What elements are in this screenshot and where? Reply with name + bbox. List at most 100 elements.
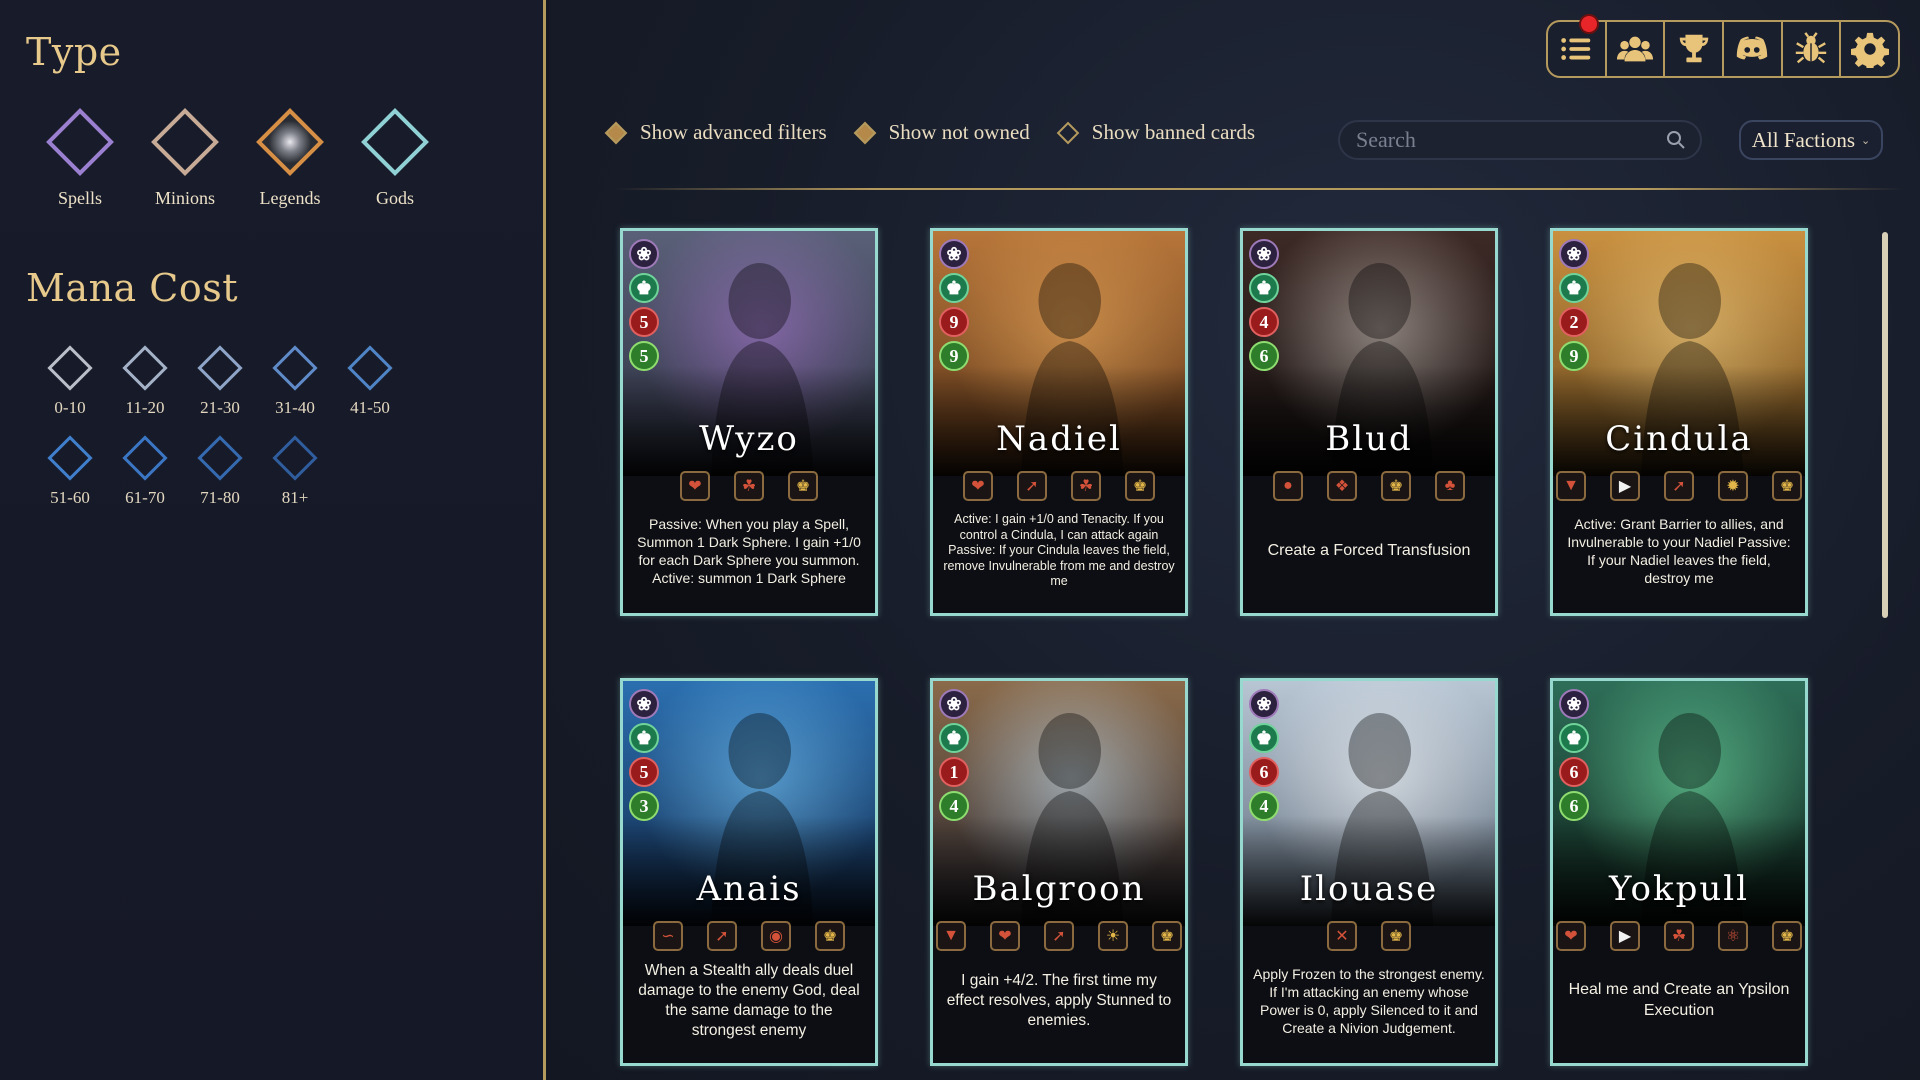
nav-players-button[interactable] [1607, 22, 1666, 76]
type-label: Minions [154, 188, 215, 208]
card-name: Ilouase [1299, 869, 1439, 909]
show-not-owned-toggle[interactable]: Show not owned [853, 120, 1030, 145]
card-health: 4 [1249, 791, 1279, 821]
grid-scrollbar[interactable] [1882, 232, 1888, 618]
faction-icon: ❀ [629, 239, 659, 269]
mana-filter-81-plus[interactable]: 81+ [250, 434, 340, 508]
card-stats: ❀ ♚ 6 4 [1247, 685, 1281, 875]
card-nadiel[interactable]: ❀ ♚ 9 9 Nadiel ❤ ➚ ☘ ♚ Active: I gain +1/0 … [930, 228, 1188, 616]
card-ilouase[interactable]: ❀ ♚ 6 4 Ilouase ✕ ♚ Apply Frozen to the s… [1240, 678, 1498, 1066]
nav-trophy-button[interactable] [1665, 22, 1725, 76]
card-cindula[interactable]: ❀ ♚ 2 9 Cindula ▼ ▶ ➚ ✹ ♚ Active: Grant Barr… [1550, 228, 1808, 616]
discord-icon [1737, 36, 1768, 60]
gear-icon [1850, 32, 1889, 68]
faction-icon: ❀ [939, 689, 969, 719]
card-description: When a Stealth ally deals duel damage to… [638, 961, 860, 1040]
card-description: Passive: When you play a Spell, Summon 1… [637, 515, 861, 587]
keyword-icon: ⚛ [1718, 921, 1748, 951]
show-banned-cards-toggle[interactable]: Show banned cards [1056, 120, 1256, 145]
mana-icon: ♚ [939, 723, 969, 753]
card-keywords: ∽ ➚ ◉ ♚ [623, 921, 875, 951]
keyword-icon: ✕ [1327, 921, 1357, 951]
card-attack: 1 [939, 757, 969, 787]
mana-icon: ♚ [1249, 723, 1279, 753]
mana-diamond-icon [122, 345, 168, 391]
card-description: Active: I gain +1/0 and Tenacity. If you… [943, 511, 1175, 589]
filter-label: Show banned cards [1091, 120, 1256, 144]
card-stats: ❀ ♚ 2 9 [1557, 235, 1591, 425]
keyword-icon: ▼ [1556, 471, 1586, 501]
nav-bug-report-button[interactable] [1783, 22, 1842, 76]
legends-diamond-icon [256, 108, 324, 176]
type-filter-gods[interactable]: Gods [340, 100, 450, 209]
card-keywords: ✕ ♚ [1243, 921, 1495, 951]
chevron-down-icon: ⌄ [1861, 134, 1871, 147]
card-attack: 9 [939, 307, 969, 337]
keyword-icon: ▶ [1610, 471, 1640, 501]
card-anais[interactable]: ❀ ♚ 5 3 Anais ∽ ➚ ◉ ♚ When a Stealth ally d… [620, 678, 878, 1066]
keyword-icon: ♚ [788, 471, 818, 501]
card-description: Heal me and Create an Ypsilon Execution [1568, 981, 1790, 1019]
faction-dropdown[interactable]: All Factions ⌄ [1739, 120, 1883, 160]
card-attack: 2 [1559, 307, 1589, 337]
type-label: Gods [375, 188, 414, 208]
card-health: 5 [629, 341, 659, 371]
card-description: Apply Frozen to the strongest enemy. If … [1253, 965, 1485, 1037]
search-icon [1667, 131, 1685, 149]
trophy-icon [1679, 34, 1708, 63]
keyword-icon: ♚ [1152, 921, 1182, 951]
card-attack: 5 [629, 757, 659, 787]
nav-collection-button[interactable] [1548, 14, 1607, 76]
list-icon [1561, 38, 1591, 60]
mana-diamond-icon [272, 435, 318, 481]
card-description: Active: Grant Barrier to allies, and Inv… [1567, 515, 1791, 587]
card-keywords: ● ❖ ♚ ♣ [1243, 471, 1495, 501]
card-stats: ❀ ♚ 5 5 [627, 235, 661, 425]
filter-label: Show advanced filters [640, 120, 827, 144]
card-health: 9 [1559, 341, 1589, 371]
keyword-icon: ▼ [936, 921, 966, 951]
card-stats: ❀ ♚ 9 9 [937, 235, 971, 425]
mana-diamond-icon [47, 345, 93, 391]
card-name: Balgroon [972, 869, 1146, 909]
nav-settings-button[interactable] [1841, 22, 1898, 76]
card-health: 6 [1559, 791, 1589, 821]
gods-diamond-icon [361, 108, 429, 176]
keyword-icon: ❤ [680, 471, 710, 501]
faction-icon: ❀ [1559, 689, 1589, 719]
card-name: Blud [1325, 419, 1413, 459]
keyword-icon: ☘ [734, 471, 764, 501]
type-filter-legends[interactable]: Legends [235, 100, 345, 209]
mana-filter-41-50[interactable]: 41-50 [325, 344, 415, 418]
card-attack: 6 [1559, 757, 1589, 787]
mana-diamond-icon [197, 345, 243, 391]
faction-icon: ❀ [1559, 239, 1589, 269]
type-filter-spells[interactable]: Spells [25, 100, 135, 209]
card-balgroon[interactable]: ❀ ♚ 1 4 Balgroon ▼ ❤ ➚ ☀ ♚ I gain +4/2. The … [930, 678, 1188, 1066]
card-wyzo[interactable]: ❀ ♚ 5 5 Wyzo ❤ ☘ ♚ Passive: When you play … [620, 228, 878, 616]
mana-icon: ♚ [939, 273, 969, 303]
card-stats: ❀ ♚ 4 6 [1247, 235, 1281, 425]
card-keywords: ❤ ▶ ☘ ⚛ ♚ [1553, 921, 1805, 951]
card-health: 4 [939, 791, 969, 821]
card-attack: 5 [629, 307, 659, 337]
keyword-icon: ➚ [1664, 471, 1694, 501]
keyword-icon: ♚ [1381, 471, 1411, 501]
card-blud[interactable]: ❀ ♚ 4 6 Blud ● ❖ ♚ ♣ Create a Forced Transf… [1240, 228, 1498, 616]
card-keywords: ❤ ☘ ♚ [623, 471, 875, 501]
search-input[interactable] [1354, 126, 1666, 154]
faction-icon: ❀ [1249, 689, 1279, 719]
keyword-icon: ♚ [1772, 471, 1802, 501]
nav-discord-button[interactable] [1724, 22, 1783, 76]
show-advanced-filters-toggle[interactable]: Show advanced filters [604, 120, 827, 145]
filter-sidebar: Type Spells Minions Legends Gods Mana Co… [0, 0, 546, 1080]
mana-icon: ♚ [1559, 723, 1589, 753]
card-yokpull[interactable]: ❀ ♚ 6 6 Yokpull ❤ ▶ ☘ ⚛ ♚ Heal me and Create… [1550, 678, 1808, 1066]
keyword-icon: ♣ [1435, 471, 1465, 501]
checkbox-diamond-icon [853, 121, 876, 144]
filter-row: Show advanced filters Show not owned Sho… [604, 120, 1285, 145]
mana-diamond-icon [197, 435, 243, 481]
type-filter-minions[interactable]: Minions [130, 100, 240, 209]
faction-icon: ❀ [939, 239, 969, 269]
keyword-icon: ♚ [815, 921, 845, 951]
